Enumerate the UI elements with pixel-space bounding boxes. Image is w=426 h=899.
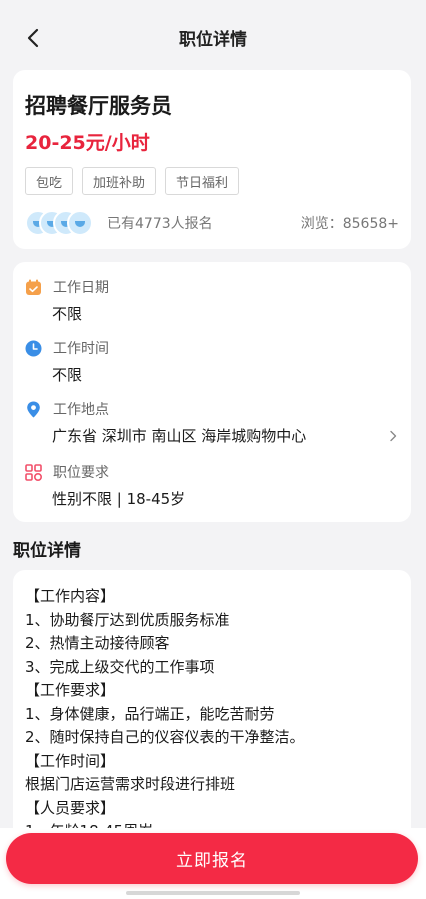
detail-line: 【工作内容】 (25, 587, 116, 605)
info-label: 职位要求 (53, 465, 109, 481)
job-requirement: 职位要求 性别不限 | 18-45岁 (25, 461, 399, 509)
detail-line: 根据门店运营需求时段进行排班 (25, 775, 236, 793)
tag: 节日福利 (165, 167, 240, 195)
detail-line: 1、身体健康，品行端正，能吃苦耐劳 (25, 704, 275, 723)
job-info-card: 工作日期 不限 工作时间 不限 工作地点 广东省 深圳市 南山区 海岸城购物中心 (13, 262, 411, 522)
salary: 20-25元/小时 (25, 132, 150, 154)
work-time: 工作时间 不限 (25, 337, 399, 385)
apply-button[interactable]: 立即报名 (6, 833, 418, 884)
info-label: 工作时间 (53, 341, 109, 357)
info-value: 性别不限 | 18-45岁 (52, 488, 399, 509)
page-title: 职位详情 (179, 29, 247, 50)
home-indicator (126, 891, 300, 895)
view-count: 浏览：85658+ (300, 216, 399, 232)
detail-line: 【工作时间】 (25, 751, 116, 770)
detail-line: 【人员要求】 (25, 798, 116, 817)
info-label: 工作日期 (53, 280, 109, 296)
signup-count: 已有4773人报名 (107, 216, 213, 232)
detail-line: 【工作要求】 (25, 681, 116, 699)
location-pin-icon (27, 401, 40, 417)
info-label: 工作地点 (53, 402, 109, 418)
detail-line: 1、协助餐厅达到优质服务标准 (25, 610, 230, 629)
calendar-icon (26, 279, 41, 295)
work-location[interactable]: 工作地点 广东省 深圳市 南山区 海岸城购物中心 (25, 398, 399, 446)
signup-row: 已有4773人报名 浏览：85658+ (25, 209, 399, 237)
header: 职位详情 (0, 0, 426, 74)
grid-icon (25, 463, 42, 481)
job-title: 招聘餐厅服务员 (25, 94, 172, 118)
work-time-value: 不限 (52, 366, 83, 384)
job-summary-card: 招聘餐厅服务员 20-25元/小时 包吃 加班补助 节日福利 已有4773人报名… (13, 70, 411, 249)
info-value: 不限 (52, 303, 399, 324)
work-location-value: 广东省 深圳市 南山区 海岸城购物中心 (52, 427, 307, 445)
work-date: 工作日期 不限 (25, 276, 399, 324)
tag-list: 包吃 加班补助 节日福利 (25, 167, 240, 195)
avatar (67, 210, 93, 236)
clock-icon (25, 340, 42, 356)
detail-line: 3、完成上级交代的工作事项 (25, 657, 215, 676)
detail-section-title: 职位详情 (13, 541, 81, 561)
info-value: 广东省 深圳市 南山区 海岸城购物中心 (52, 425, 399, 446)
tag: 包吃 (25, 167, 74, 195)
info-value: 不限 (52, 364, 399, 385)
job-requirement-value: 性别不限 | 18-45岁 (52, 490, 186, 508)
work-date-value: 不限 (52, 305, 83, 323)
chevron-right-icon[interactable] (387, 430, 399, 442)
detail-line: 2、随时保持自己的仪容仪表的干净整洁。 (25, 728, 305, 746)
detail-text: 【工作内容】 1、协助餐厅达到优质服务标准 2、热情主动接待顾客 3、完成上级交… (25, 585, 401, 844)
tag: 加班补助 (82, 167, 157, 195)
avatar-stack (25, 210, 95, 236)
chevron-left-icon[interactable] (22, 26, 46, 50)
detail-line: 2、热情主动接待顾客 (25, 634, 170, 652)
